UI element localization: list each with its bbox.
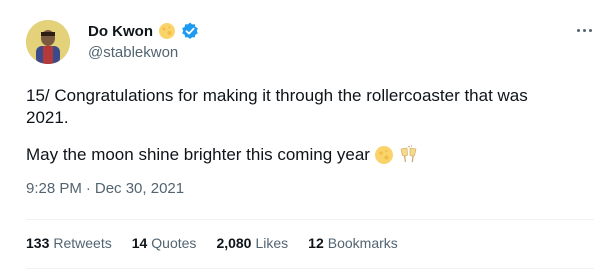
retweets-stat[interactable]: 133 Retweets xyxy=(26,235,112,251)
tweet-time: 9:28 PM xyxy=(26,180,82,197)
author-row: Do Kwon xyxy=(88,21,199,41)
tweet-text-line: 2021. xyxy=(26,108,69,127)
avatar-image xyxy=(26,20,70,64)
bookmarks-stat[interactable]: 12 Bookmarks xyxy=(308,235,398,251)
stat-value: 12 xyxy=(308,235,324,251)
engagement-stats: 133 Retweets 14 Quotes 2,080 Likes 12 Bo… xyxy=(26,235,418,251)
verified-badge-icon[interactable] xyxy=(181,22,199,40)
dot-icon xyxy=(582,28,586,32)
quotes-stat[interactable]: 14 Quotes xyxy=(132,235,197,251)
likes-stat[interactable]: 2,080 Likes xyxy=(216,235,288,251)
tweet-date: Dec 30, 2021 xyxy=(94,180,185,197)
separator-dot: · xyxy=(85,180,91,197)
divider xyxy=(26,268,594,269)
full-moon-icon xyxy=(374,145,394,165)
tweet-text: May the moon shine brighter this coming … xyxy=(26,145,370,164)
display-name[interactable]: Do Kwon xyxy=(88,23,153,40)
stat-label: Likes xyxy=(255,235,289,251)
dot-icon xyxy=(576,28,580,32)
tweet-text-line: 15/ Congratulations for making it throug… xyxy=(26,86,528,105)
stat-label: Quotes xyxy=(151,235,197,251)
stat-value: 133 xyxy=(26,235,50,251)
clinking-glasses-icon xyxy=(398,145,420,165)
author-handle[interactable]: @stablekwon xyxy=(88,44,178,61)
dot-icon xyxy=(588,28,592,32)
divider xyxy=(26,219,594,220)
full-moon-icon xyxy=(158,22,176,40)
stat-label: Bookmarks xyxy=(327,235,398,251)
stat-label: Retweets xyxy=(53,235,112,251)
avatar[interactable] xyxy=(26,20,70,64)
tweet-timestamp[interactable]: 9:28 PM · Dec 30, 2021 xyxy=(26,180,184,197)
tweet-text-line-emoji: May the moon shine brighter this coming … xyxy=(26,144,586,166)
more-options-button[interactable] xyxy=(572,22,596,38)
stat-value: 2,080 xyxy=(216,235,252,251)
stat-value: 14 xyxy=(131,235,148,251)
